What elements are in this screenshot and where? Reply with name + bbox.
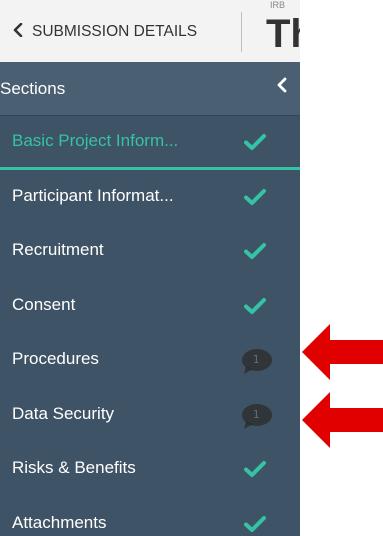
sidebar-header: Sections bbox=[0, 62, 300, 116]
checkmark-icon bbox=[244, 297, 266, 314]
sidebar-item-label: Attachments bbox=[12, 512, 107, 532]
sidebar-item-label: Data Security bbox=[12, 403, 115, 423]
collapse-sidebar-button[interactable] bbox=[272, 77, 292, 97]
sidebar-item-attachments[interactable]: Attachments bbox=[0, 498, 300, 536]
checkmark-icon bbox=[244, 461, 266, 477]
page-subtitle-partial: IRB bbox=[270, 0, 286, 10]
sidebar-item-participant-informat[interactable]: Participant Informat... bbox=[0, 171, 300, 225]
page-title: Th bbox=[266, 12, 300, 56]
sidebar-item-basic-project-inform[interactable]: Basic Project Inform... bbox=[0, 116, 300, 170]
comment-bubble-icon[interactable]: 1 bbox=[241, 403, 275, 431]
sidebar-item-data-security[interactable]: Data Security 1 bbox=[0, 389, 300, 443]
top-header: SUBMISSION DETAILS IRB Th bbox=[0, 0, 300, 62]
chevron-left-icon bbox=[12, 22, 26, 41]
sidebar-item-procedures[interactable]: Procedures 1 bbox=[0, 334, 300, 388]
sidebar-item-risks-benefits[interactable]: Risks & Benefits bbox=[0, 443, 300, 497]
red-arrow-procedures bbox=[302, 324, 383, 380]
sidebar-title: Sections bbox=[0, 79, 66, 98]
checkmark-icon bbox=[244, 188, 266, 205]
chevron-left-icon bbox=[277, 77, 287, 93]
sidebar-item-label: Basic Project Inform... bbox=[12, 131, 179, 150]
comment-count: 1 bbox=[252, 407, 260, 421]
checkmark-icon bbox=[244, 243, 266, 259]
sections-sidebar: Sections Basic Project Inform... Particip… bbox=[0, 62, 300, 536]
sidebar-item-label: Procedures bbox=[12, 349, 99, 368]
red-arrow-data-security bbox=[302, 392, 383, 448]
checkmark-icon bbox=[244, 134, 266, 150]
sidebar-item-label: Consent bbox=[12, 294, 76, 314]
sidebar-item-consent[interactable]: Consent bbox=[0, 280, 300, 334]
sidebar-item-label: Participant Informat... bbox=[12, 185, 174, 205]
comment-bubble-icon[interactable]: 1 bbox=[241, 348, 275, 376]
back-to-submission-details-button[interactable]: SUBMISSION DETAILS bbox=[12, 19, 197, 45]
sidebar-item-label: Recruitment bbox=[12, 240, 104, 259]
header-divider bbox=[241, 12, 242, 52]
sidebar-item-label: Risks & Benefits bbox=[12, 458, 136, 477]
page: SUBMISSION DETAILS IRB Th Sections Basic… bbox=[0, 0, 383, 536]
comment-count: 1 bbox=[252, 353, 260, 366]
sidebar-item-recruitment[interactable]: Recruitment bbox=[0, 225, 300, 279]
checkmark-icon bbox=[244, 515, 266, 532]
back-button-label: SUBMISSION DETAILS bbox=[32, 23, 198, 40]
